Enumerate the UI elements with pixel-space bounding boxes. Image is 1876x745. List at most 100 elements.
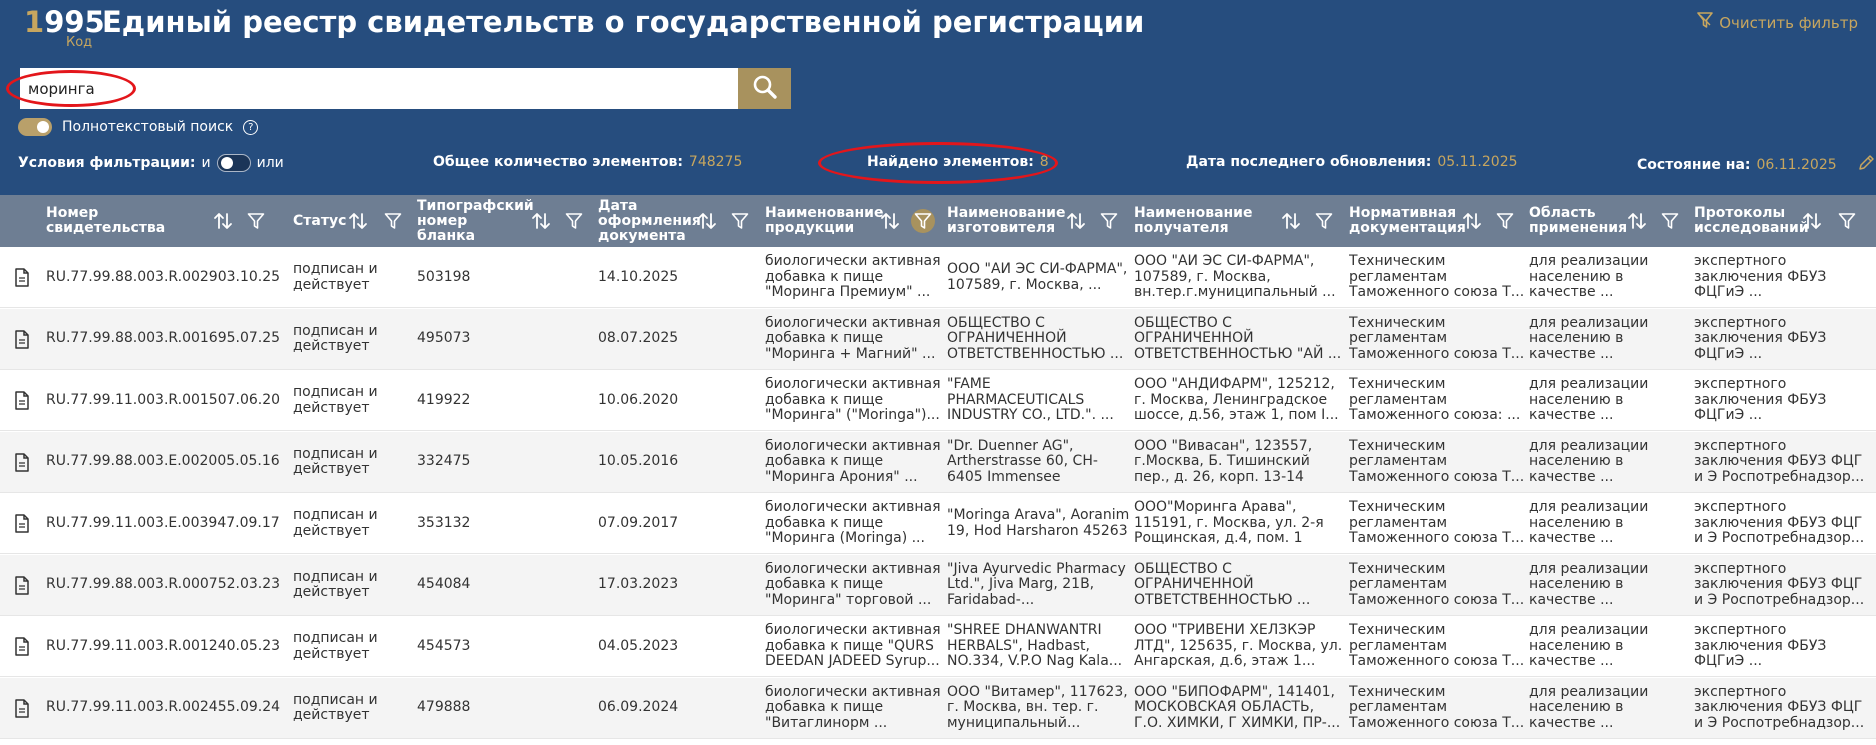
- cell-protocols: экспертного заключения ФБУЗ ФЦГ и Э Росп…: [1694, 555, 1874, 616]
- cell-status: подписан и действует: [293, 370, 411, 431]
- table-header: Номер свидетельства Статус Типографский но…: [0, 195, 1876, 247]
- cell-text: ООО "АЙ ЭС СИ-ФАРМА", 107589, г. Москва,…: [947, 262, 1128, 293]
- document-icon[interactable]: [14, 391, 30, 414]
- table-row[interactable]: RU.77.99.11.003.R.002455.09.24 подписан и…: [0, 677, 1876, 739]
- cell-text: "Jiva Ayurvedic Pharmacy Ltd.", Jiva Mar…: [947, 561, 1126, 608]
- cell-normative: Техническим регламентам Таможенного союз…: [1349, 370, 1527, 431]
- clear-filter-button[interactable]: Очистить фильтр: [1697, 12, 1858, 33]
- cell-manufacturer: "Jiva Ayurvedic Pharmacy Ltd.", Jiva Mar…: [947, 555, 1132, 616]
- cell-text: экспертного заключения ФБУЗ ФЦГ и Э Росп…: [1694, 438, 1865, 485]
- cell-normative: Техническим регламентам Таможенного союз…: [1349, 678, 1527, 739]
- cell-recipient: ОБЩЕСТВО С ОГРАНИЧЕННОЙ ОТВЕТСТВЕННОСТЬЮ…: [1134, 309, 1344, 370]
- cell-text: экспертного заключения ФБУЗ ФЦГ и Э Росп…: [1694, 500, 1865, 547]
- cell-text: биологически активная добавка к пище "Мо…: [765, 254, 941, 301]
- search-button[interactable]: [738, 68, 791, 109]
- cell-text: для реализации населению в качестве ...: [1529, 684, 1649, 731]
- document-icon[interactable]: [14, 329, 30, 353]
- cell-area: для реализации населению в качестве ...: [1529, 432, 1691, 493]
- table-row[interactable]: RU.77.99.88.003.R.002903.10.25 подписан и…: [0, 247, 1876, 308]
- sort-icon[interactable]: [878, 209, 902, 233]
- cell-text: 06.09.2024: [598, 700, 679, 716]
- cell-text: Техническим регламентам Таможенного союз…: [1349, 561, 1525, 608]
- document-icon[interactable]: [14, 698, 30, 722]
- cell-protocols: экспертного заключения ФБУЗ ФЦГиЭ ...: [1694, 309, 1874, 370]
- fulltext-toggle[interactable]: [18, 118, 52, 136]
- filter-icon[interactable]: [562, 209, 586, 233]
- cell-blank: 419922: [417, 370, 592, 431]
- filter-clear-icon: [1697, 12, 1714, 33]
- cell-recipient: ООО "Вивасан", 123557, г.Москва, Б. Тиши…: [1134, 432, 1344, 493]
- cell-text: для реализации населению в качестве ...: [1529, 561, 1649, 608]
- cell-text: экспертного заключения ФБУЗ ФЦГиЭ ...: [1694, 254, 1827, 301]
- column-header-date: Дата оформления документа: [598, 195, 701, 247]
- fulltext-search-row: Полнотекстовый поиск ?: [18, 118, 259, 136]
- fulltext-label: Полнотекстовый поиск: [62, 119, 234, 135]
- sort-icon[interactable]: [1625, 209, 1649, 233]
- cell-text: для реализации населению в качестве ...: [1529, 438, 1649, 485]
- filter-conditions-toggle[interactable]: [216, 154, 251, 172]
- table-row[interactable]: RU.77.99.88.003.R.001695.07.25 подписан и…: [0, 308, 1876, 370]
- column-header-number: Номер свидетельства: [46, 195, 216, 247]
- last-update-value: 05.11.2025: [1437, 154, 1518, 170]
- filter-icon[interactable]: [1658, 209, 1682, 233]
- search-input[interactable]: [20, 68, 738, 109]
- table-row[interactable]: RU.77.99.11.003.R.001507.06.20 подписан и…: [0, 370, 1876, 431]
- filter-icon[interactable]: [1493, 209, 1517, 233]
- help-icon[interactable]: ?: [243, 119, 259, 135]
- state-date-label: Состояние на:: [1637, 157, 1751, 173]
- sort-icon[interactable]: [529, 209, 553, 233]
- filter-icon[interactable]: [1835, 209, 1859, 233]
- cell-product: биологически активная добавка к пище "Мо…: [765, 493, 945, 554]
- document-icon[interactable]: [14, 268, 30, 291]
- filter-icon[interactable]: [1312, 209, 1336, 233]
- sort-icon[interactable]: [1064, 209, 1088, 233]
- cell-status: подписан и действует: [293, 247, 411, 308]
- cell-date: 10.05.2016: [598, 432, 758, 493]
- sort-icon[interactable]: [695, 209, 719, 233]
- state-date: Состояние на: 06.11.2025: [1637, 154, 1875, 176]
- filter-icon[interactable]: [728, 209, 752, 233]
- document-icon[interactable]: [14, 452, 30, 476]
- cell-text: подписан и действует: [293, 385, 378, 416]
- cell-text: подписан и действует: [293, 446, 378, 477]
- document-icon[interactable]: [14, 637, 30, 660]
- sort-icon[interactable]: [1460, 209, 1484, 233]
- cell-normative: Техническим регламентам Таможенного союз…: [1349, 247, 1527, 308]
- document-icon[interactable]: [14, 575, 30, 599]
- cell-number: RU.77.99.11.003.R.001240.05.23: [46, 616, 296, 677]
- filter-icon[interactable]: [244, 209, 268, 233]
- table-row[interactable]: RU.77.99.88.003.R.000752.03.23 подписан и…: [0, 554, 1876, 616]
- clear-filter-label: Очистить фильтр: [1719, 13, 1858, 32]
- edit-icon[interactable]: [1857, 154, 1875, 176]
- sort-icon[interactable]: [1279, 209, 1303, 233]
- cell-text: RU.77.99.88.003.R.000752.03.23: [46, 577, 281, 593]
- cell-status: подписан и действует: [293, 309, 411, 370]
- cell-text: экспертного заключения ФБУЗ ФЦГиЭ ...: [1694, 377, 1827, 424]
- cell-text: для реализации населению в качестве ...: [1529, 315, 1649, 362]
- cell-text: ОБЩЕСТВО С ОГРАНИЧЕННОЙ ОТВЕТСТВЕННОСТЬЮ…: [1134, 561, 1311, 608]
- table-row[interactable]: RU.77.99.11.003.E.003947.09.17 подписан и…: [0, 493, 1876, 554]
- cell-text: для реализации населению в качестве ...: [1529, 254, 1649, 301]
- filter-icon[interactable]: [1097, 209, 1121, 233]
- filter-icon[interactable]: [911, 209, 935, 233]
- document-icon[interactable]: [14, 514, 30, 537]
- cell-text: подписан и действует: [293, 323, 378, 354]
- column-header-blank: Типографский номер бланка: [417, 195, 534, 247]
- cell-product: биологически активная добавка к пище "Мо…: [765, 247, 945, 308]
- cell-text: биологически активная добавка к пище "Ви…: [765, 684, 941, 731]
- sort-icon[interactable]: [1800, 209, 1824, 233]
- sort-icon[interactable]: [346, 209, 370, 233]
- cell-recipient: ООО "БИПОФАРМ", 141401, МОСКОВСКАЯ ОБЛАС…: [1134, 678, 1344, 739]
- sort-icon[interactable]: [211, 209, 235, 233]
- found-count-label: Найдено элементов:: [867, 154, 1034, 170]
- header-bar: 1995 Код Единый реестр свидетельств о го…: [0, 0, 1876, 195]
- filter-icon[interactable]: [381, 209, 405, 233]
- table-row[interactable]: RU.77.99.11.003.R.001240.05.23 подписан и…: [0, 616, 1876, 677]
- registry-table: Номер свидетельства Статус Типографский но…: [0, 195, 1876, 745]
- cell-product: биологически активная добавка к пище "QU…: [765, 616, 945, 677]
- table-row[interactable]: RU.77.99.88.003.E.002005.05.16 подписан и…: [0, 431, 1876, 493]
- cell-text: 08.07.2025: [598, 331, 679, 347]
- column-header-normative: Нормативная документация: [1349, 195, 1466, 247]
- cell-protocols: экспертного заключения ФБУЗ ФЦГ и Э Росп…: [1694, 432, 1874, 493]
- cell-text: RU.77.99.88.003.E.002005.05.16: [46, 454, 280, 470]
